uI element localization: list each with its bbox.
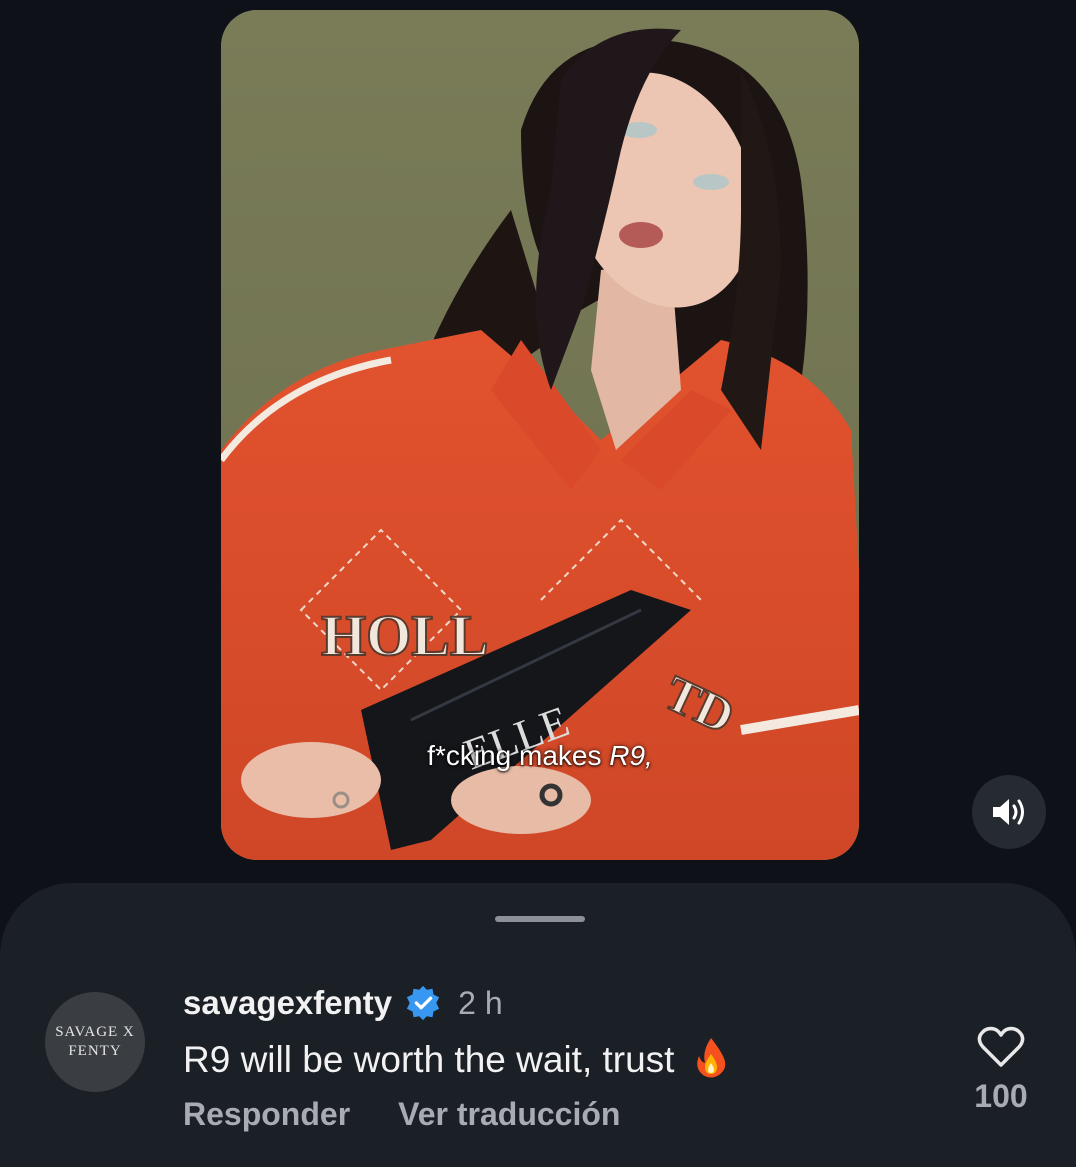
comment-timestamp: 2 h (458, 984, 503, 1021)
screen: HOLL TD ELLE f*cking makes R9, SAVAGE X … (0, 0, 1076, 1167)
video-frame: HOLL TD ELLE (221, 10, 859, 860)
svg-text:HOLL: HOLL (321, 603, 489, 668)
speaker-icon (993, 799, 1024, 825)
reply-button[interactable]: Responder (183, 1096, 350, 1133)
like-count: 100 (974, 1078, 1028, 1114)
heart-icon[interactable] (977, 1026, 1025, 1068)
username-link[interactable]: savagexfenty (183, 984, 392, 1022)
avatar-text-line2: FENTY (68, 1043, 122, 1059)
comment-actions: Responder Ver traducción (183, 1096, 620, 1133)
fire-emoji-icon (696, 1038, 725, 1078)
sheet-drag-handle[interactable] (495, 916, 585, 922)
caption-text-emphasis: R9, (609, 740, 653, 771)
caption-text: f*cking makes (427, 740, 602, 771)
translate-button[interactable]: Ver traducción (398, 1096, 620, 1133)
comment-text: R9 will be worth the wait, trust (183, 1039, 675, 1080)
comment-header: savagexfenty 2 h (183, 983, 503, 1023)
video-player[interactable]: HOLL TD ELLE f*cking makes R9, (221, 10, 859, 860)
verified-badge-icon (406, 985, 440, 1021)
avatar-text-line1: SAVAGE X (55, 1024, 135, 1040)
like-control[interactable]: 100 (970, 1026, 1032, 1115)
comments-sheet[interactable]: SAVAGE X FENTY savagexfenty 2 h R9 will … (0, 883, 1076, 1167)
mute-button[interactable] (972, 775, 1046, 849)
comment-body: R9 will be worth the wait, trust (183, 1036, 729, 1081)
avatar[interactable]: SAVAGE X FENTY (45, 992, 145, 1092)
video-caption: f*cking makes R9, (221, 740, 859, 772)
